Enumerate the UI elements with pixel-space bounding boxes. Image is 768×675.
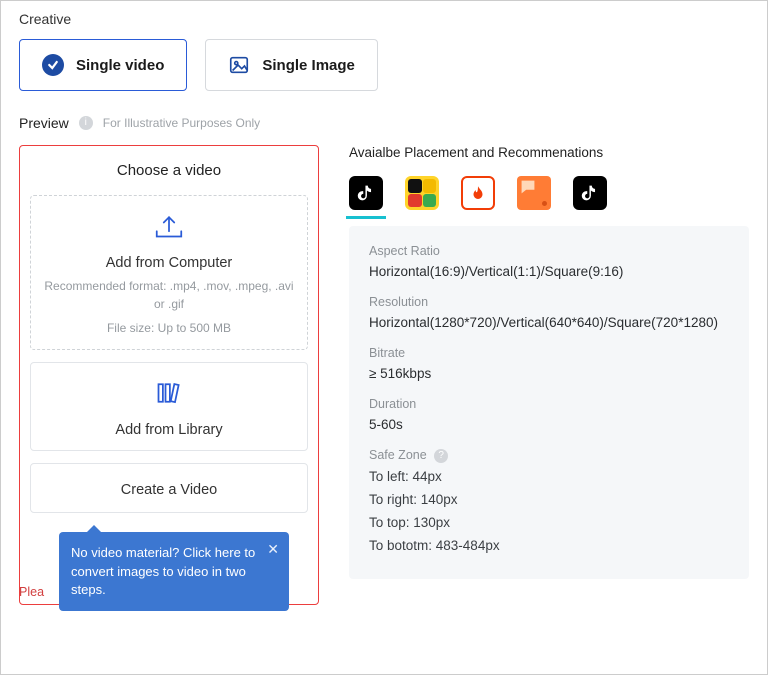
add-from-computer-label: Add from Computer — [43, 255, 295, 271]
preview-hint: For Illustrative Purposes Only — [103, 116, 260, 130]
upload-icon — [151, 212, 187, 240]
single-video-label: Single video — [76, 57, 164, 74]
close-icon[interactable]: ✕ — [267, 540, 279, 560]
info-icon: ? — [434, 449, 448, 463]
duration-value: 5-60s — [369, 417, 729, 432]
preview-label: Preview — [19, 115, 69, 131]
placement-vigo[interactable] — [461, 176, 495, 210]
creative-options: Single video Single Image — [19, 39, 749, 91]
aspect-ratio-label: Aspect Ratio — [369, 244, 729, 258]
tiktok-icon — [579, 182, 601, 204]
format-help: Recommended format: .mp4, .mov, .mpeg, .… — [43, 277, 295, 313]
safezone-right: To right: 140px — [369, 492, 729, 507]
image-icon — [228, 54, 250, 76]
choose-video-title: Choose a video — [30, 162, 308, 179]
safezone-label: Safe Zone ? — [369, 448, 729, 463]
selection-underline — [346, 216, 386, 219]
info-icon: i — [79, 116, 93, 130]
placement-tiktok-global[interactable] — [573, 176, 607, 210]
single-image-card[interactable]: Single Image — [205, 39, 378, 91]
add-from-library-label: Add from Library — [43, 422, 295, 438]
safezone-top: To top: 130px — [369, 515, 729, 530]
placement-icons-row — [349, 176, 749, 210]
create-video-label: Create a Video — [43, 482, 295, 498]
bitrate-label: Bitrate — [369, 346, 729, 360]
resolution-value: Horizontal(1280*720)/Vertical(640*640)/S… — [369, 315, 729, 330]
chat-icon — [517, 176, 539, 198]
flame-icon — [469, 184, 487, 202]
creative-section-title: Creative — [19, 11, 749, 27]
single-image-label: Single Image — [262, 57, 355, 74]
check-icon — [42, 54, 64, 76]
aspect-ratio-value: Horizontal(16:9)/Vertical(1:1)/Square(9:… — [369, 264, 729, 279]
placement-news[interactable] — [517, 176, 551, 210]
preview-column: Choose a video Add from Computer Recomme… — [19, 145, 319, 605]
size-help: File size: Up to 500 MB — [43, 319, 295, 337]
placement-tiktok-selected[interactable] — [349, 176, 383, 210]
validation-text: Plea — [19, 585, 44, 599]
resolution-label: Resolution — [369, 295, 729, 309]
tip-text: No video material? Click here to convert… — [71, 545, 255, 596]
preview-header: Preview i For Illustrative Purposes Only — [19, 115, 749, 131]
bitrate-value: ≥ 516kbps — [369, 366, 729, 381]
placement-buzzvideo[interactable] — [405, 176, 439, 210]
create-video-button[interactable]: Create a Video — [30, 463, 308, 513]
safezone-left: To left: 44px — [369, 469, 729, 484]
tip-popover[interactable]: No video material? Click here to convert… — [59, 532, 289, 611]
tiktok-icon — [355, 182, 377, 204]
add-from-library[interactable]: Add from Library — [30, 362, 308, 451]
single-video-card[interactable]: Single video — [19, 39, 187, 91]
placements-column: Avaialbe Placement and Recommenations As… — [349, 145, 749, 605]
add-from-computer[interactable]: Add from Computer Recommended format: .m… — [30, 195, 308, 350]
duration-label: Duration — [369, 397, 729, 411]
spec-panel: Aspect Ratio Horizontal(16:9)/Vertical(1… — [349, 226, 749, 579]
placements-title: Avaialbe Placement and Recommenations — [349, 145, 749, 160]
library-icon — [151, 379, 187, 407]
safezone-bottom: To bototm: 483-484px — [369, 538, 729, 553]
